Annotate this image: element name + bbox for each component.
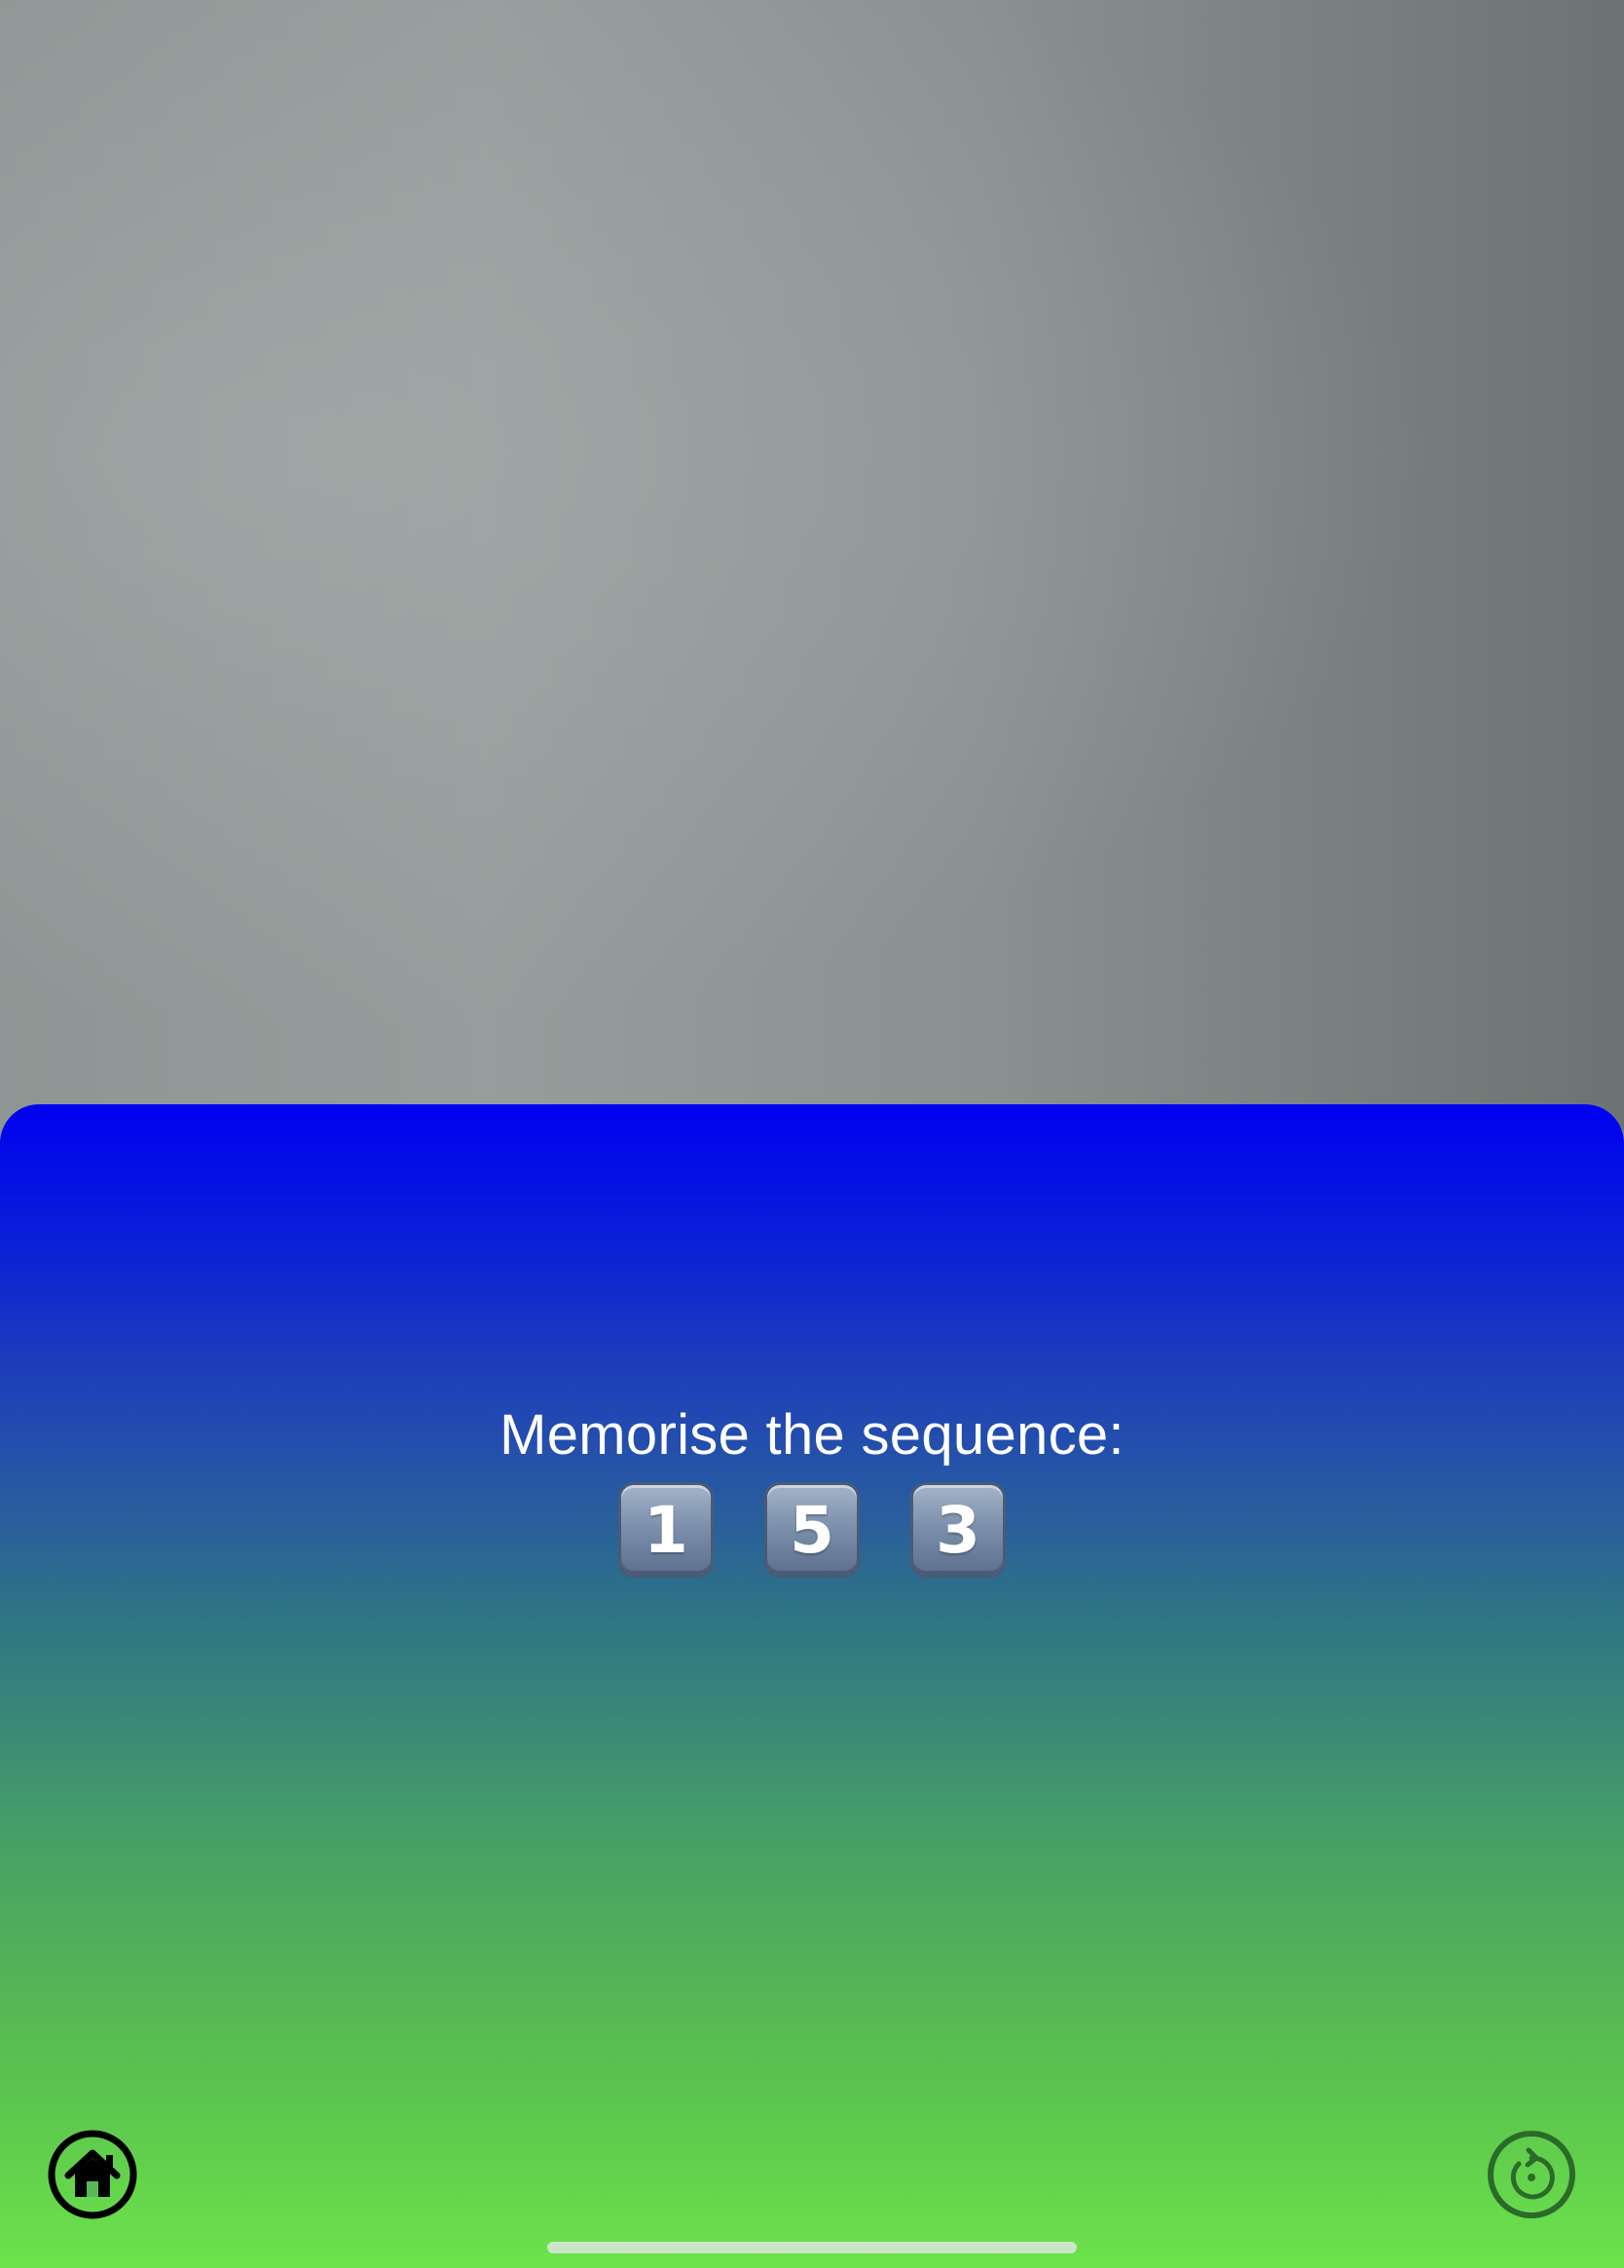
game-panel xyxy=(0,1104,1624,2268)
home-icon xyxy=(48,2130,137,2219)
sequence-digit-3: 3 xyxy=(910,1482,1006,1578)
app-screen: Memorise the sequence: 1 5 3 xyxy=(0,0,1624,2268)
sequence-display: 1 5 3 xyxy=(0,1482,1624,1578)
sequence-digit-2: 5 xyxy=(764,1482,860,1578)
restart-icon xyxy=(1488,2131,1575,2218)
restart-button[interactable] xyxy=(1486,2129,1577,2220)
sequence-prompt: Memorise the sequence: xyxy=(499,1403,1125,1467)
home-indicator-bar[interactable] xyxy=(547,2242,1077,2253)
sequence-digit-1: 1 xyxy=(618,1482,714,1578)
home-button[interactable] xyxy=(47,2129,138,2220)
camera-background xyxy=(0,0,1624,1130)
